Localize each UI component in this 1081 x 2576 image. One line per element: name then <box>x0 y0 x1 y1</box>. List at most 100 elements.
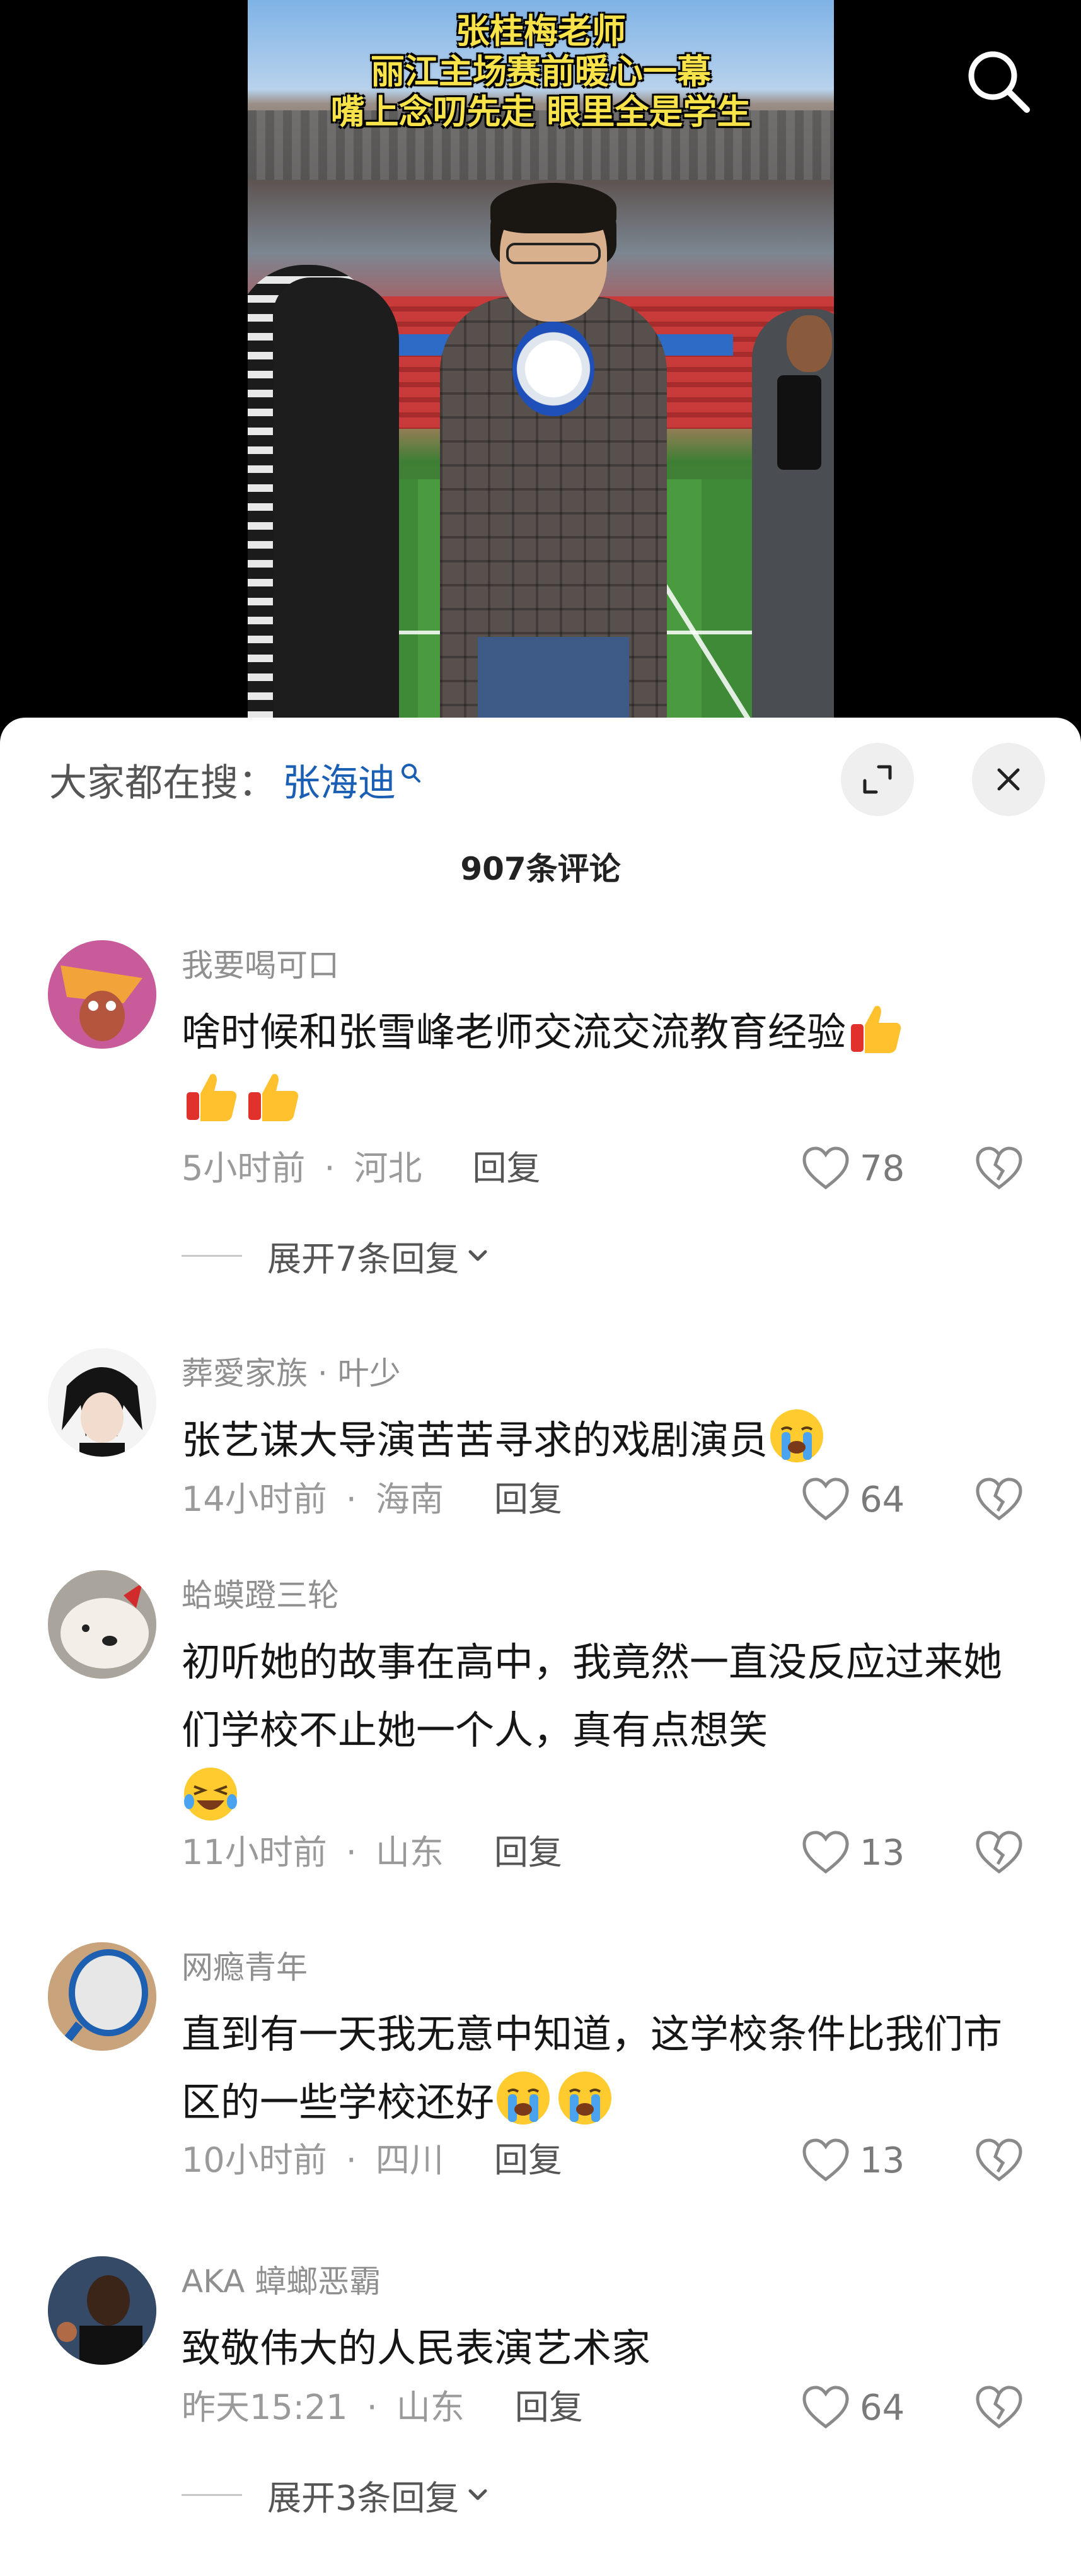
like-button[interactable]: 64 <box>801 2382 905 2433</box>
loudly-crying-icon <box>770 1409 824 1462</box>
close-button[interactable] <box>972 743 1045 816</box>
reply-button[interactable]: 回复 <box>473 1143 541 1194</box>
comment-username[interactable]: 葬愛家族 · 叶少 <box>182 1348 401 1399</box>
anime-avatar-image <box>48 1348 156 1457</box>
search-icon <box>968 51 1030 113</box>
video-caption: 张桂梅老师 丽江主场赛前暖心一幕 嘴上念叨先走 眼里全是学生 <box>248 11 834 132</box>
camera <box>777 375 821 470</box>
expand-replies-button[interactable]: 展开7条回复 <box>182 1230 490 1281</box>
avatar[interactable] <box>48 940 156 1049</box>
expand-icon <box>863 765 892 794</box>
trending-search-bar: 大家都在搜： 张海迪 <box>49 748 422 811</box>
avatar[interactable] <box>48 1570 156 1679</box>
photo-avatar-image <box>48 2256 156 2365</box>
comment-meta: 10小时前 · 四川 回复 <box>182 2135 562 2186</box>
avatar[interactable] <box>48 2256 156 2365</box>
video-player[interactable]: 张桂梅老师 丽江主场赛前暖心一幕 嘴上念叨先走 眼里全是学生 <box>0 0 1081 744</box>
broken-heart-icon[interactable] <box>974 1827 1024 1878</box>
comment-meta: 昨天15:21 · 山东 回复 <box>182 2382 583 2433</box>
thumbs-up-icon <box>248 1074 299 1121</box>
like-count: 13 <box>860 2140 905 2181</box>
comment-meta: 14小时前 · 海南 回复 <box>182 1474 562 1525</box>
meta-separator: · <box>366 2387 378 2427</box>
megaphone <box>512 322 594 416</box>
dog-avatar-image <box>48 1570 156 1679</box>
trending-term-link[interactable]: 张海迪 <box>282 752 396 807</box>
like-button[interactable]: 64 <box>801 1474 905 1525</box>
chevron-down-icon <box>468 1250 487 1261</box>
meta-separator: · <box>345 1479 357 1519</box>
racket-avatar-image <box>48 1942 156 2051</box>
like-count: 64 <box>860 2387 905 2428</box>
comment-sheet: 大家都在搜： 张海迪 907条评论 我要喝可口 啥时候和张雪峰老师交流交流教育经… <box>0 718 1081 2576</box>
comment-time: 11小时前 <box>182 1833 327 1872</box>
broken-heart-icon[interactable] <box>974 1474 1024 1525</box>
expand-replies-label: 展开7条回复 <box>267 1238 460 1279</box>
like-count: 64 <box>860 1479 905 1520</box>
reply-button[interactable]: 回复 <box>515 2382 583 2433</box>
comment-username[interactable]: 网瘾青年 <box>182 1942 308 1993</box>
reply-button[interactable]: 回复 <box>494 1474 562 1525</box>
caption-line: 嘴上念叨先走 眼里全是学生 <box>330 92 751 132</box>
like-button[interactable]: 13 <box>801 2135 905 2186</box>
photographer-head <box>787 315 832 372</box>
comment-body: 致敬伟大的人民表演艺术家 <box>182 2325 651 2371</box>
comment-text: 致敬伟大的人民表演艺术家 <box>182 2314 1026 2382</box>
comment-location: 山东 <box>396 2387 465 2427</box>
photographer-figure <box>752 309 834 744</box>
reply-button[interactable]: 回复 <box>494 2135 562 2186</box>
comment-text: 张艺谋大导演苦苦寻求的戏剧演员 <box>182 1406 1026 1474</box>
comment-location: 海南 <box>375 1479 444 1519</box>
expand-replies-button[interactable]: 展开3条回复 <box>182 2469 490 2520</box>
loudly-crying-icon <box>497 2072 550 2124</box>
caption-line: 张桂梅老师 <box>456 11 626 51</box>
video-frame[interactable]: 张桂梅老师 丽江主场赛前暖心一幕 嘴上念叨先走 眼里全是学生 <box>248 0 834 744</box>
comment-count: 907条评论 <box>460 851 621 887</box>
broken-heart-icon[interactable] <box>974 2382 1024 2433</box>
trending-prefix: 大家都在搜： <box>49 761 276 805</box>
comment-time: 14小时前 <box>182 1479 327 1519</box>
meta-separator: · <box>345 1833 357 1872</box>
comment-text: 直到有一天我无意中知道，这学校条件比我们市区的一些学校还好 <box>182 2000 1026 2136</box>
divider-line <box>182 1254 242 1257</box>
teacher-hair-top <box>490 183 616 233</box>
reply-button[interactable]: 回复 <box>494 1827 562 1878</box>
heart-icon <box>802 1477 849 1521</box>
rolling-laughing-icon <box>184 1768 237 1821</box>
avatar[interactable] <box>48 1348 156 1457</box>
meta-separator: · <box>345 2140 357 2180</box>
expand-replies-label: 展开3条回复 <box>267 2478 460 2518</box>
bystander-coat <box>273 277 399 744</box>
comment-location: 四川 <box>375 2140 444 2180</box>
comment-location: 河北 <box>354 1148 422 1188</box>
cartoon-avatar-image <box>48 940 156 1049</box>
comment-body: 啥时候和张雪峰老师交流交流教育经验 <box>182 1009 847 1055</box>
search-button[interactable] <box>961 44 1037 120</box>
teacher-glasses <box>506 243 601 264</box>
like-button[interactable]: 78 <box>801 1143 905 1194</box>
comment-time: 昨天15:21 <box>182 2387 348 2427</box>
like-count: 13 <box>860 1832 905 1874</box>
comment-username[interactable]: 我要喝可口 <box>182 940 339 991</box>
comment-username[interactable]: 蛤蟆蹬三轮 <box>182 1570 339 1621</box>
like-button[interactable]: 13 <box>801 1827 905 1878</box>
heart-icon <box>802 2386 849 2429</box>
comment-text: 初听她的故事在高中，我竟然一直没反应过来她们学校不止她一个人，真有点想笑 <box>182 1628 1026 1833</box>
loudly-crying-icon <box>558 2072 612 2124</box>
comment-time: 10小时前 <box>182 2140 327 2180</box>
search-icon <box>402 764 420 783</box>
avatar[interactable] <box>48 1942 156 2051</box>
expand-button[interactable] <box>841 743 914 816</box>
comment-body: 张艺谋大导演苦苦寻求的戏剧演员 <box>182 1417 768 1463</box>
like-count: 78 <box>860 1148 905 1189</box>
thumbs-up-icon <box>187 1074 237 1121</box>
meta-separator: · <box>324 1148 335 1188</box>
close-icon <box>997 768 1020 791</box>
comment-username[interactable]: AKA 蟑螂恶霸 <box>182 2256 381 2307</box>
comment-location: 山东 <box>375 1833 444 1872</box>
comment-time: 5小时前 <box>182 1148 306 1188</box>
broken-heart-icon[interactable] <box>974 2135 1024 2186</box>
heart-icon <box>802 1146 849 1190</box>
broken-heart-icon[interactable] <box>974 1143 1024 1194</box>
heart-icon <box>802 2138 849 2182</box>
